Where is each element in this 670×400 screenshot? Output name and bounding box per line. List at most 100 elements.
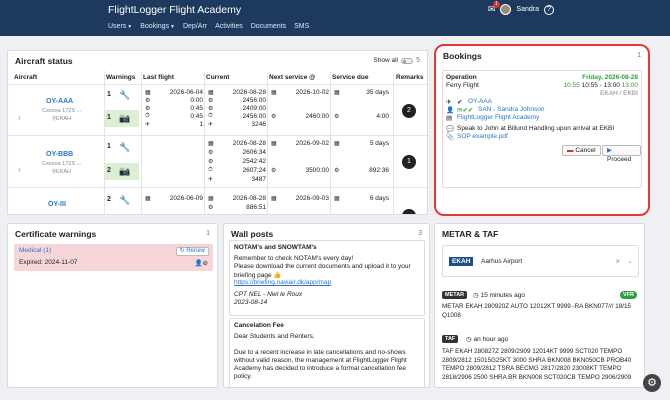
renew-button[interactable]: ↻ Renew [175,247,209,256]
last-flight-value: 1 [199,121,203,128]
remarks-bubble[interactable]: 1 [402,155,416,169]
mail-badge: 1 [492,1,500,8]
panel-count: 5 [416,57,420,64]
booking-date: Friday, 2026-08-28 [582,74,638,81]
booking-card[interactable]: Operation Ferry Flight Friday, 2026-08-2… [442,70,642,188]
engine-icon: ⚙ [145,98,151,104]
user-name[interactable]: Sandra [516,6,539,13]
expired-date: Expired: 2024-11-07 [19,259,78,266]
nav-activities[interactable]: Activities [215,23,243,30]
booking-route: EKAH / EKBI [600,90,638,97]
gear-icon[interactable]: ⚙ [643,374,661,392]
post-text: without valid reason, the management at … [234,357,407,364]
table-header: Aircraft Warnings Last flight Current Ne… [8,72,427,84]
post-text: policy. [234,373,252,380]
engine-icon: ⚙ [271,168,277,174]
operation-label: Operation [446,74,477,81]
attachment-link[interactable]: SOP example.pdf [457,133,508,140]
warning-count: 1 [107,114,111,121]
bookings-panel: Bookings 1 Operation Ferry Flight Friday… [434,44,650,216]
post-text: Academy has decided to introduce a forma… [234,365,406,372]
next-service-value: 3500:00 [305,167,330,174]
divider [204,71,205,214]
divider [8,135,427,136]
app-title[interactable]: FlightLogger Flight Academy [108,4,241,16]
chevron-down-icon[interactable]: ⌄ [628,257,633,265]
toggle-switch[interactable] [401,57,413,64]
chevron-right-icon[interactable]: › [18,165,21,174]
calendar-icon: ▦ [208,196,214,202]
service-due-value: 892:36 [369,167,389,174]
aircraft-base: ⚲EKAH [52,116,71,122]
post-title: NOTAM's and SNOWTAM's [234,244,317,251]
aircraft-type: Cessna 172S ... [42,108,82,114]
booking-aircraft[interactable]: OY-AAA [468,98,492,105]
booking-org[interactable]: FlightLogger Flight Academy [457,114,539,121]
warning-cell[interactable]: 1 🔧 [105,87,139,104]
help-icon[interactable]: ? [544,4,554,15]
next-service-value: 2460:00 [305,113,330,120]
calendar-icon: ▦ [271,141,277,147]
aircraft-base-label: EKAH [56,116,72,122]
aircraft-reg[interactable]: OY-AAA [46,98,73,105]
warning-cell[interactable]: 1 📷 [105,110,139,127]
timer-icon: ⏱ [145,113,150,119]
remarks-bubble[interactable] [402,209,416,214]
operation-value: Ferry Flight [446,82,479,89]
current-value: 2607:24 [242,167,267,174]
time-range: 10:55 - 13:00 [581,82,620,89]
booking-person[interactable]: SAN - Sandra Johnson [478,106,544,113]
show-all-toggle[interactable]: Show all [373,57,413,64]
current-value: 2606:34 [242,149,267,156]
post-text: Please download the current documents an… [234,263,411,270]
building-icon: ▤ [446,115,453,122]
engine-icon: ⚙ [208,205,214,211]
time-start: 10:55 [563,82,580,89]
nav-bookings[interactable]: Bookings▼ [140,23,175,30]
current-value: 2542:42 [242,158,267,165]
calendar-icon: ▦ [145,196,151,202]
nav-dep-arr[interactable]: Dep/Arr [183,23,207,30]
avatar[interactable] [500,4,512,15]
nav-users[interactable]: Users▼ [108,23,132,30]
aircraft-reg[interactable]: OY-III [48,201,66,208]
remarks-bubble[interactable]: 2 [402,104,416,118]
metar-taf-panel: METAR & TAF EKAH Aarhus Airport × ⌄ META… [434,223,645,388]
next-service-date: 2026-09-02 [295,140,329,147]
current-value: 3487 [251,176,266,183]
post-link[interactable]: https://briefing.naviair.dk/app/map [234,279,331,286]
panel-count: 1 [206,230,210,237]
col-next-service: Next service @ [269,74,316,81]
post-date: 2023-08-14 [234,299,268,306]
post-text: Dear Students and Renters, [234,333,315,340]
chevron-right-icon[interactable]: › [18,113,21,122]
warning-cell[interactable]: 1 🔧 [105,139,139,156]
top-bar: FlightLogger Flight Academy Users▼ Booki… [0,0,670,36]
show-all-label: Show all [373,57,398,64]
current-value: 3246 [251,121,266,128]
post-author: CPT NEL - Niel le Roux [234,291,303,298]
proceed-icon: ▶ [607,147,612,154]
nav-documents[interactable]: Documents [251,23,286,30]
nav-sms[interactable]: SMS [294,23,309,30]
certificate-name[interactable]: Medical (1) [19,247,51,254]
warning-count: 1 [107,91,111,98]
warning-cell[interactable]: 2 📷 [105,163,139,180]
engine-icon: ⚙ [145,106,151,112]
nav-users-label: Users [108,23,127,30]
camera-icon: 📷 [119,113,131,123]
airport-select[interactable]: EKAH Aarhus Airport × ⌄ [442,245,639,277]
nav-bookings-label: Bookings [140,23,170,30]
clear-icon[interactable]: × [615,257,620,266]
panel-title: Wall posts [231,229,274,239]
mail-icon[interactable]: ✉ 1 [488,1,500,15]
calendar-icon: ▦ [271,196,277,202]
warning-cell[interactable]: 2 🔧 [105,192,139,209]
cancel-button[interactable]: ▬ Cancel [562,145,601,156]
calendar-icon: ▦ [271,90,277,96]
aircraft-reg[interactable]: OY-BBB [46,151,73,158]
proceed-button[interactable]: ▶ Proceed [602,145,641,163]
certificate-warning[interactable]: Medical (1) ↻ Renew Expired: 2024-11-07 … [14,244,213,271]
wall-posts-panel: Wall posts 3 NOTAM's and SNOWTAM's Remem… [223,223,430,388]
chevron-down-icon: ▼ [170,24,175,30]
